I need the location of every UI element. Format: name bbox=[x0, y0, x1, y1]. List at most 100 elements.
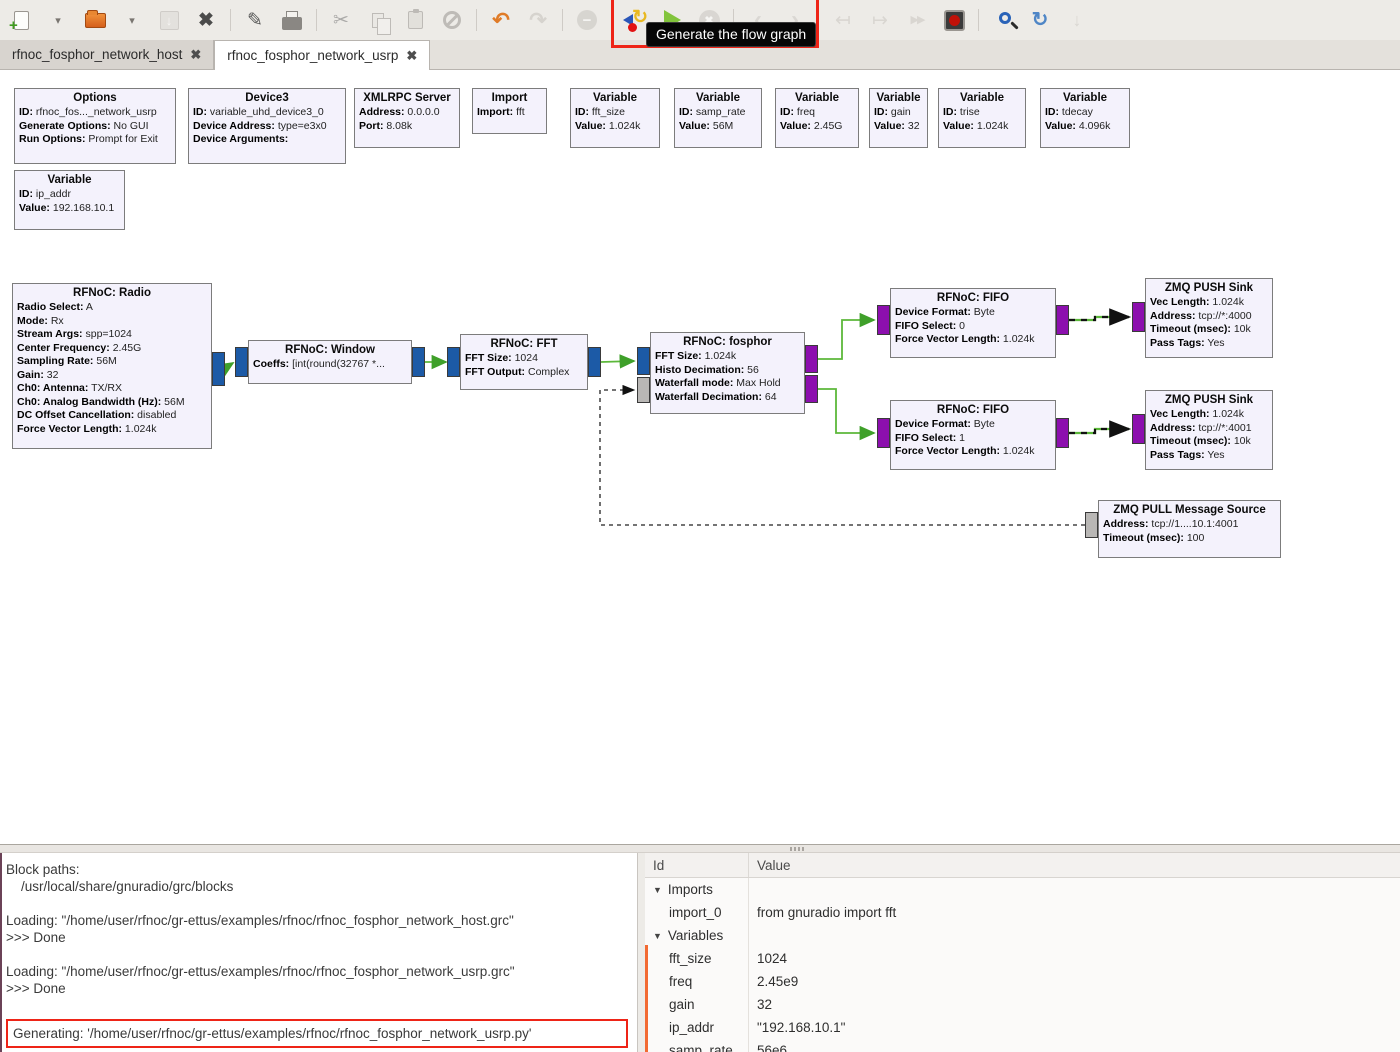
block-zmq-push-sink-1[interactable]: ZMQ PUSH SinkVec Length: 1.024kAddress: … bbox=[1145, 390, 1273, 470]
stream-connection[interactable] bbox=[818, 320, 874, 359]
console-line: Loading: "/home/user/rfnoc/gr-ettus/exam… bbox=[6, 912, 631, 929]
open-icon[interactable] bbox=[82, 7, 108, 33]
purple-port[interactable] bbox=[805, 345, 818, 373]
table-row[interactable]: gain32 bbox=[645, 993, 1400, 1016]
block-param: FFT Size: 1.024k bbox=[655, 350, 800, 364]
purple-port[interactable] bbox=[1132, 414, 1145, 444]
tab-rfnoc_fosphor_network_host[interactable]: rfnoc_fosphor_network_host✖ bbox=[0, 40, 214, 69]
param-label: ID: bbox=[1045, 106, 1059, 118]
blue-port[interactable] bbox=[637, 347, 650, 375]
fifo-connection-dash[interactable] bbox=[1069, 429, 1129, 433]
flowgraph-canvas[interactable]: OptionsID: rfnoc_fos..._network_usrpGene… bbox=[0, 70, 1400, 845]
param-label: ID: bbox=[874, 106, 888, 118]
blue-port[interactable] bbox=[212, 352, 225, 386]
console-line: Block paths: bbox=[6, 861, 631, 878]
block-rfnoc-fifo-1[interactable]: RFNoC: FIFODevice Format: ByteFIFO Selec… bbox=[890, 400, 1056, 470]
generate-icon[interactable]: ↻ bbox=[622, 7, 648, 33]
close-tab-icon[interactable]: ✖ bbox=[190, 47, 201, 63]
block-variable-gain[interactable]: VariableID: gainValue: 32 bbox=[869, 88, 928, 148]
block-param: Ch0: Analog Bandwidth (Hz): 56M bbox=[17, 396, 207, 410]
table-row[interactable]: import_0from gnuradio import fft bbox=[645, 901, 1400, 924]
fifo-connection[interactable] bbox=[1069, 317, 1129, 320]
block-rfnoc-fifo-0[interactable]: RFNoC: FIFODevice Format: ByteFIFO Selec… bbox=[890, 288, 1056, 358]
new-file-icon[interactable]: + bbox=[8, 7, 34, 33]
param-label: Force Vector Length: bbox=[17, 423, 122, 435]
block-variable-ip-addr[interactable]: VariableID: ip_addrValue: 192.168.10.1 bbox=[14, 170, 125, 230]
tab-rfnoc_fosphor_network_usrp[interactable]: rfnoc_fosphor_network_usrp✖ bbox=[214, 40, 430, 70]
block-options[interactable]: OptionsID: rfnoc_fos..._network_usrpGene… bbox=[14, 88, 176, 164]
stream-connection[interactable] bbox=[225, 363, 233, 368]
block-title: Variable bbox=[679, 91, 757, 106]
blue-port[interactable] bbox=[447, 347, 460, 377]
table-row[interactable]: ▼Imports bbox=[645, 878, 1400, 901]
splitter-grip[interactable] bbox=[790, 847, 804, 851]
open-dropdown-icon[interactable]: ▾ bbox=[119, 7, 145, 33]
block-param: Generate Options: No GUI bbox=[19, 120, 171, 134]
purple-port[interactable] bbox=[1056, 418, 1069, 448]
table-row[interactable]: samp_rate56e6 bbox=[645, 1039, 1400, 1052]
undo-icon[interactable]: ↶ bbox=[488, 7, 514, 33]
close-tab-icon[interactable]: ✖ bbox=[406, 48, 417, 64]
kill-icon[interactable] bbox=[941, 7, 967, 33]
gray-port[interactable] bbox=[1085, 512, 1098, 538]
table-row[interactable]: fft_size1024 bbox=[645, 947, 1400, 970]
close-icon[interactable]: ✖ bbox=[193, 7, 219, 33]
console-line: >>> Done bbox=[6, 929, 631, 946]
reload-icon[interactable]: ↻ bbox=[1027, 7, 1053, 33]
redo-arrow-glyph: ↷ bbox=[529, 10, 547, 31]
table-row[interactable]: ip_addr"192.168.10.1" bbox=[645, 1016, 1400, 1039]
row-id-cell: gain bbox=[645, 993, 749, 1016]
block-zmq-pull-message-source[interactable]: ZMQ PULL Message SourceAddress: tcp://1.… bbox=[1098, 500, 1281, 558]
param-label: ID: bbox=[943, 106, 957, 118]
block-variable-trise[interactable]: VariableID: triseValue: 1.024k bbox=[938, 88, 1026, 148]
expander-triangle-icon[interactable]: ▼ bbox=[653, 885, 662, 895]
edit-icon[interactable]: ✎ bbox=[242, 7, 268, 33]
blue-port[interactable] bbox=[588, 347, 601, 377]
purple-port[interactable] bbox=[1056, 305, 1069, 335]
block-variable-freq[interactable]: VariableID: freqValue: 2.45G bbox=[775, 88, 859, 148]
block-import[interactable]: ImportImport: fft bbox=[472, 88, 547, 134]
fifo-connection-dash[interactable] bbox=[1069, 317, 1129, 320]
block-zmq-push-sink-0[interactable]: ZMQ PUSH SinkVec Length: 1.024kAddress: … bbox=[1145, 278, 1273, 358]
param-label: Waterfall mode: bbox=[655, 377, 733, 389]
blue-port[interactable] bbox=[412, 347, 425, 377]
fifo-connection[interactable] bbox=[1069, 429, 1129, 433]
gray-port[interactable] bbox=[637, 377, 650, 403]
block-param: Value: 32 bbox=[874, 120, 923, 134]
block-device3[interactable]: Device3ID: variable_uhd_device3_0Device … bbox=[188, 88, 346, 164]
purple-port[interactable] bbox=[877, 418, 890, 448]
block-variable-fft-size[interactable]: VariableID: fft_sizeValue: 1.024k bbox=[570, 88, 660, 148]
block-xmlrpc-server[interactable]: XMLRPC ServerAddress: 0.0.0.0Port: 8.08k bbox=[354, 88, 460, 148]
row-value: from gnuradio import fft bbox=[749, 905, 896, 920]
block-variable-samp-rate[interactable]: VariableID: samp_rateValue: 56M bbox=[674, 88, 762, 148]
param-label: Import: bbox=[477, 106, 513, 118]
stream-connection[interactable] bbox=[601, 361, 634, 362]
block-param: Device Arguments: bbox=[193, 133, 341, 147]
variables-scrollbar[interactable] bbox=[645, 945, 648, 1052]
purple-port[interactable] bbox=[877, 305, 890, 335]
block-rfnoc-fft[interactable]: RFNoC: FFTFFT Size: 1024FFT Output: Comp… bbox=[460, 334, 588, 390]
console-line: /usr/local/share/gnuradio/grc/blocks bbox=[6, 878, 631, 895]
block-rfnoc-fosphor[interactable]: RFNoC: fosphorFFT Size: 1.024kHisto Deci… bbox=[650, 332, 805, 414]
block-variable-tdecay[interactable]: VariableID: tdecayValue: 4.096k bbox=[1040, 88, 1130, 148]
purple-port[interactable] bbox=[805, 375, 818, 403]
table-row[interactable]: ▼Variables bbox=[645, 924, 1400, 947]
print-icon[interactable] bbox=[279, 7, 305, 33]
expander-triangle-icon[interactable]: ▼ bbox=[653, 931, 662, 941]
block-param: Radio Select: A bbox=[17, 301, 207, 315]
blue-port[interactable] bbox=[235, 347, 248, 377]
horizontal-splitter[interactable] bbox=[0, 845, 1400, 853]
purple-port[interactable] bbox=[1132, 302, 1145, 332]
block-rfnoc-radio[interactable]: RFNoC: RadioRadio Select: AMode: RxStrea… bbox=[12, 283, 212, 449]
new-file-dropdown-icon[interactable]: ▾ bbox=[45, 7, 71, 33]
block-param: FIFO Select: 0 bbox=[895, 320, 1051, 334]
block-param: Address: tcp://*:4000 bbox=[1150, 310, 1268, 324]
table-row[interactable]: freq2.45e9 bbox=[645, 970, 1400, 993]
block-rfnoc-window[interactable]: RFNoC: WindowCoeffs: [int(round(32767 *.… bbox=[248, 340, 412, 384]
param-label: Histo Decimation: bbox=[655, 364, 744, 376]
search-icon[interactable] bbox=[990, 7, 1016, 33]
stream-connection[interactable] bbox=[818, 389, 874, 433]
scissors-glyph: ✂ bbox=[333, 11, 349, 30]
no-entry-shape bbox=[443, 11, 461, 29]
param-label: Vec Length: bbox=[1150, 408, 1210, 420]
